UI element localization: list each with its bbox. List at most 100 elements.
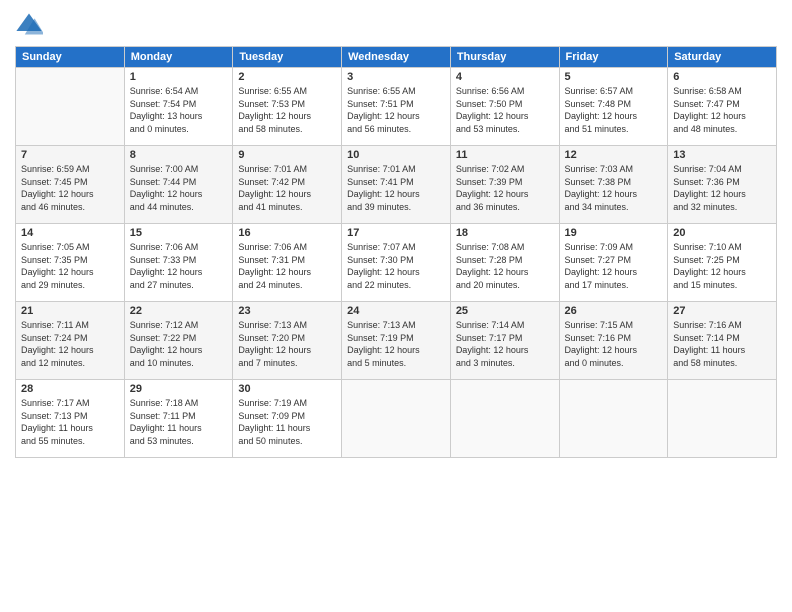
day-info: Sunrise: 7:10 AM Sunset: 7:25 PM Dayligh… xyxy=(673,241,771,291)
day-number: 16 xyxy=(238,227,336,239)
calendar-cell: 27 Sunrise: 7:16 AM Sunset: 7:14 PM Dayli… xyxy=(668,302,777,380)
day-info: Sunrise: 7:17 AM Sunset: 7:13 PM Dayligh… xyxy=(21,397,119,447)
day-number: 15 xyxy=(130,227,228,239)
calendar-cell: 1 Sunrise: 6:54 AM Sunset: 7:54 PM Daylig… xyxy=(124,68,233,146)
calendar-cell: 19 Sunrise: 7:09 AM Sunset: 7:27 PM Dayli… xyxy=(559,224,668,302)
day-number: 4 xyxy=(456,71,554,83)
weekday-header-monday: Monday xyxy=(124,47,233,68)
day-number: 2 xyxy=(238,71,336,83)
day-number: 12 xyxy=(565,149,663,161)
week-row-1: 1 Sunrise: 6:54 AM Sunset: 7:54 PM Daylig… xyxy=(16,68,777,146)
day-info: Sunrise: 6:56 AM Sunset: 7:50 PM Dayligh… xyxy=(456,85,554,135)
day-info: Sunrise: 7:06 AM Sunset: 7:31 PM Dayligh… xyxy=(238,241,336,291)
weekday-header-saturday: Saturday xyxy=(668,47,777,68)
day-info: Sunrise: 6:57 AM Sunset: 7:48 PM Dayligh… xyxy=(565,85,663,135)
calendar-cell xyxy=(450,380,559,458)
calendar-cell xyxy=(342,380,451,458)
day-info: Sunrise: 6:58 AM Sunset: 7:47 PM Dayligh… xyxy=(673,85,771,135)
day-number: 22 xyxy=(130,305,228,317)
calendar-cell: 20 Sunrise: 7:10 AM Sunset: 7:25 PM Dayli… xyxy=(668,224,777,302)
day-info: Sunrise: 7:14 AM Sunset: 7:17 PM Dayligh… xyxy=(456,319,554,369)
calendar-cell: 9 Sunrise: 7:01 AM Sunset: 7:42 PM Daylig… xyxy=(233,146,342,224)
day-number: 9 xyxy=(238,149,336,161)
day-info: Sunrise: 6:55 AM Sunset: 7:53 PM Dayligh… xyxy=(238,85,336,135)
day-number: 20 xyxy=(673,227,771,239)
day-number: 27 xyxy=(673,305,771,317)
day-info: Sunrise: 7:16 AM Sunset: 7:14 PM Dayligh… xyxy=(673,319,771,369)
calendar-cell: 8Sunrise: 7:00 AM Sunset: 7:44 PM Daylig… xyxy=(124,146,233,224)
calendar-cell: 26 Sunrise: 7:15 AM Sunset: 7:16 PM Dayli… xyxy=(559,302,668,380)
calendar-cell: 11 Sunrise: 7:02 AM Sunset: 7:39 PM Dayli… xyxy=(450,146,559,224)
calendar-cell: 28 Sunrise: 7:17 AM Sunset: 7:13 PM Dayli… xyxy=(16,380,125,458)
day-number: 29 xyxy=(130,383,228,395)
calendar-cell: 16 Sunrise: 7:06 AM Sunset: 7:31 PM Dayli… xyxy=(233,224,342,302)
calendar-cell: 6 Sunrise: 6:58 AM Sunset: 7:47 PM Daylig… xyxy=(668,68,777,146)
day-number: 14 xyxy=(21,227,119,239)
day-number: 11 xyxy=(456,149,554,161)
day-number: 13 xyxy=(673,149,771,161)
day-info: Sunrise: 7:13 AM Sunset: 7:20 PM Dayligh… xyxy=(238,319,336,369)
day-number: 5 xyxy=(565,71,663,83)
day-info: Sunrise: 7:03 AM Sunset: 7:38 PM Dayligh… xyxy=(565,163,663,213)
header xyxy=(15,10,777,38)
day-number: 21 xyxy=(21,305,119,317)
weekday-header-row: SundayMondayTuesdayWednesdayThursdayFrid… xyxy=(16,47,777,68)
calendar-cell: 5 Sunrise: 6:57 AM Sunset: 7:48 PM Daylig… xyxy=(559,68,668,146)
day-info: Sunrise: 7:06 AM Sunset: 7:33 PM Dayligh… xyxy=(130,241,228,291)
calendar-cell: 2 Sunrise: 6:55 AM Sunset: 7:53 PM Daylig… xyxy=(233,68,342,146)
calendar-cell: 4 Sunrise: 6:56 AM Sunset: 7:50 PM Daylig… xyxy=(450,68,559,146)
day-number: 25 xyxy=(456,305,554,317)
day-number: 28 xyxy=(21,383,119,395)
day-number: 17 xyxy=(347,227,445,239)
calendar-cell: 30 Sunrise: 7:19 AM Sunset: 7:09 PM Dayli… xyxy=(233,380,342,458)
day-info: Sunrise: 7:12 AM Sunset: 7:22 PM Dayligh… xyxy=(130,319,228,369)
day-info: Sunrise: 7:18 AM Sunset: 7:11 PM Dayligh… xyxy=(130,397,228,447)
day-info: Sunrise: 7:19 AM Sunset: 7:09 PM Dayligh… xyxy=(238,397,336,447)
day-info: Sunrise: 7:11 AM Sunset: 7:24 PM Dayligh… xyxy=(21,319,119,369)
day-info: Sunrise: 7:09 AM Sunset: 7:27 PM Dayligh… xyxy=(565,241,663,291)
day-number: 18 xyxy=(456,227,554,239)
calendar: SundayMondayTuesdayWednesdayThursdayFrid… xyxy=(15,46,777,458)
day-number: 24 xyxy=(347,305,445,317)
day-info: Sunrise: 7:00 AM Sunset: 7:44 PM Dayligh… xyxy=(130,163,228,213)
calendar-cell: 17 Sunrise: 7:07 AM Sunset: 7:30 PM Dayli… xyxy=(342,224,451,302)
week-row-3: 14 Sunrise: 7:05 AM Sunset: 7:35 PM Dayli… xyxy=(16,224,777,302)
day-number: 6 xyxy=(673,71,771,83)
calendar-cell: 22 Sunrise: 7:12 AM Sunset: 7:22 PM Dayli… xyxy=(124,302,233,380)
calendar-cell xyxy=(559,380,668,458)
day-info: Sunrise: 7:04 AM Sunset: 7:36 PM Dayligh… xyxy=(673,163,771,213)
calendar-cell: 10Sunrise: 7:01 AM Sunset: 7:41 PM Dayli… xyxy=(342,146,451,224)
day-info: Sunrise: 7:08 AM Sunset: 7:28 PM Dayligh… xyxy=(456,241,554,291)
weekday-header-wednesday: Wednesday xyxy=(342,47,451,68)
day-number: 7 xyxy=(21,149,119,161)
calendar-cell: 24 Sunrise: 7:13 AM Sunset: 7:19 PM Dayli… xyxy=(342,302,451,380)
day-info: Sunrise: 7:15 AM Sunset: 7:16 PM Dayligh… xyxy=(565,319,663,369)
calendar-cell: 12 Sunrise: 7:03 AM Sunset: 7:38 PM Dayli… xyxy=(559,146,668,224)
day-number: 19 xyxy=(565,227,663,239)
day-number: 1 xyxy=(130,71,228,83)
calendar-cell: 18 Sunrise: 7:08 AM Sunset: 7:28 PM Dayli… xyxy=(450,224,559,302)
calendar-cell: 13 Sunrise: 7:04 AM Sunset: 7:36 PM Dayli… xyxy=(668,146,777,224)
week-row-5: 28 Sunrise: 7:17 AM Sunset: 7:13 PM Dayli… xyxy=(16,380,777,458)
day-info: Sunrise: 7:01 AM Sunset: 7:42 PM Dayligh… xyxy=(238,163,336,213)
day-number: 30 xyxy=(238,383,336,395)
week-row-2: 7Sunrise: 6:59 AM Sunset: 7:45 PM Daylig… xyxy=(16,146,777,224)
week-row-4: 21 Sunrise: 7:11 AM Sunset: 7:24 PM Dayli… xyxy=(16,302,777,380)
calendar-cell xyxy=(668,380,777,458)
day-info: Sunrise: 7:07 AM Sunset: 7:30 PM Dayligh… xyxy=(347,241,445,291)
day-number: 3 xyxy=(347,71,445,83)
day-number: 23 xyxy=(238,305,336,317)
day-info: Sunrise: 7:13 AM Sunset: 7:19 PM Dayligh… xyxy=(347,319,445,369)
calendar-cell: 23 Sunrise: 7:13 AM Sunset: 7:20 PM Dayli… xyxy=(233,302,342,380)
day-info: Sunrise: 6:54 AM Sunset: 7:54 PM Dayligh… xyxy=(130,85,228,135)
weekday-header-tuesday: Tuesday xyxy=(233,47,342,68)
calendar-cell: 21 Sunrise: 7:11 AM Sunset: 7:24 PM Dayli… xyxy=(16,302,125,380)
day-number: 10 xyxy=(347,149,445,161)
day-info: Sunrise: 7:02 AM Sunset: 7:39 PM Dayligh… xyxy=(456,163,554,213)
calendar-cell: 7Sunrise: 6:59 AM Sunset: 7:45 PM Daylig… xyxy=(16,146,125,224)
weekday-header-friday: Friday xyxy=(559,47,668,68)
weekday-header-sunday: Sunday xyxy=(16,47,125,68)
calendar-cell xyxy=(16,68,125,146)
day-info: Sunrise: 7:05 AM Sunset: 7:35 PM Dayligh… xyxy=(21,241,119,291)
day-number: 26 xyxy=(565,305,663,317)
